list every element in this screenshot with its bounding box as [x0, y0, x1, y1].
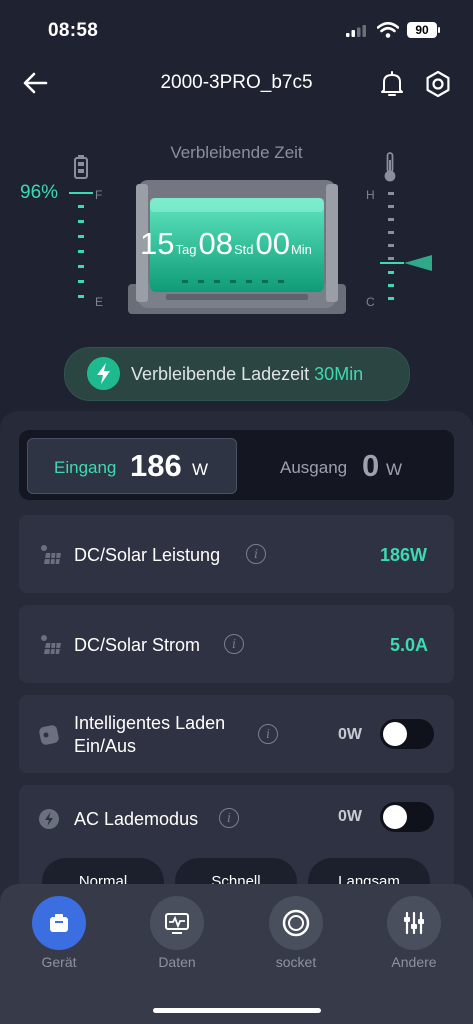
dc-solar-current-label: DC/Solar Strom — [74, 635, 201, 655]
minutes-value: 00 — [255, 226, 290, 261]
tab-data[interactable] — [150, 896, 204, 950]
output-label: Ausgang — [280, 458, 348, 477]
dc-solar-power-value: 186W — [380, 545, 428, 565]
gauge-empty-label: E — [95, 295, 104, 309]
ac-charge-mode-label: AC Lademodus — [74, 809, 199, 829]
tab-data-label: Daten — [158, 954, 196, 970]
days-unit: Tag — [175, 242, 197, 257]
notification-bell-icon[interactable] — [378, 70, 406, 98]
hours-value: 08 — [198, 226, 233, 261]
socket-icon — [282, 909, 310, 937]
sliders-icon — [404, 911, 424, 935]
device-icon — [50, 914, 68, 932]
input-label: Eingang — [54, 458, 117, 477]
lightning-circle-icon — [39, 809, 59, 829]
charge-time-text: Verbleibende Ladezeit 30Min — [131, 364, 363, 385]
battery-gauge — [78, 205, 88, 305]
info-icon[interactable]: i — [219, 808, 239, 828]
solar-panel-icon — [41, 635, 61, 655]
cellular-signal-icon — [346, 25, 366, 37]
settings-gear-icon[interactable] — [424, 70, 452, 98]
wifi-icon — [377, 22, 399, 38]
temperature-gauge — [388, 192, 398, 307]
smart-charging-value: 0W — [338, 726, 362, 743]
gauge-high-label: H — [366, 188, 375, 202]
tab-device[interactable] — [32, 896, 86, 950]
smart-charging-toggle[interactable] — [380, 719, 434, 749]
days-value: 15 — [140, 226, 175, 261]
temperature-pointer — [380, 255, 432, 271]
battery-level-pointer — [69, 192, 93, 194]
dc-solar-current-value: 5.0A — [390, 635, 429, 655]
tab-other-label: Andere — [391, 954, 437, 970]
tab-socket-label: socket — [275, 954, 317, 970]
status-time: 08:58 — [48, 20, 99, 41]
info-icon[interactable]: i — [224, 634, 244, 654]
dc-solar-power-label: DC/Solar Leistung — [74, 545, 221, 565]
monitor-chart-icon — [165, 913, 189, 934]
gauge-full-label: F — [95, 188, 103, 202]
remaining-time-readout: 15Tag08Std00Min — [140, 226, 340, 262]
smart-charging-label-line1: Intelligentes Laden — [74, 713, 226, 733]
info-icon[interactable]: i — [246, 544, 266, 564]
thermometer-icon — [384, 152, 396, 182]
charge-time-label: Verbleibende Ladezeit — [131, 364, 310, 384]
charge-time-value: 30Min — [314, 364, 364, 384]
input-unit: W — [192, 460, 209, 479]
remaining-time-label: Verbleibende Zeit — [170, 143, 303, 162]
lightning-bolt-icon — [87, 357, 120, 390]
smart-charge-icon — [39, 725, 59, 745]
gauge-cold-label: C — [366, 295, 375, 309]
ac-charge-mode-value: 0W — [338, 808, 362, 825]
output-unit: W — [386, 460, 403, 479]
tab-other[interactable] — [387, 896, 441, 950]
output-value: 0 — [362, 448, 380, 483]
home-indicator[interactable] — [153, 1008, 321, 1013]
info-icon[interactable]: i — [258, 724, 278, 744]
tab-device-label: Gerät — [41, 954, 77, 970]
solar-panel-icon — [41, 545, 61, 565]
minutes-unit: Min — [290, 242, 312, 257]
smart-charging-label-line2: Ein/Aus — [74, 736, 137, 756]
charge-time-pill: Verbleibende Ladezeit 30Min — [64, 347, 410, 401]
battery-small-icon — [74, 155, 88, 179]
ac-charge-mode-toggle[interactable] — [380, 802, 434, 832]
battery-percent: 96% — [20, 182, 59, 203]
battery-indicator: 90 — [407, 22, 440, 38]
input-value: 186 — [130, 448, 182, 483]
tab-socket[interactable] — [269, 896, 323, 950]
hours-unit: Std — [233, 242, 254, 257]
